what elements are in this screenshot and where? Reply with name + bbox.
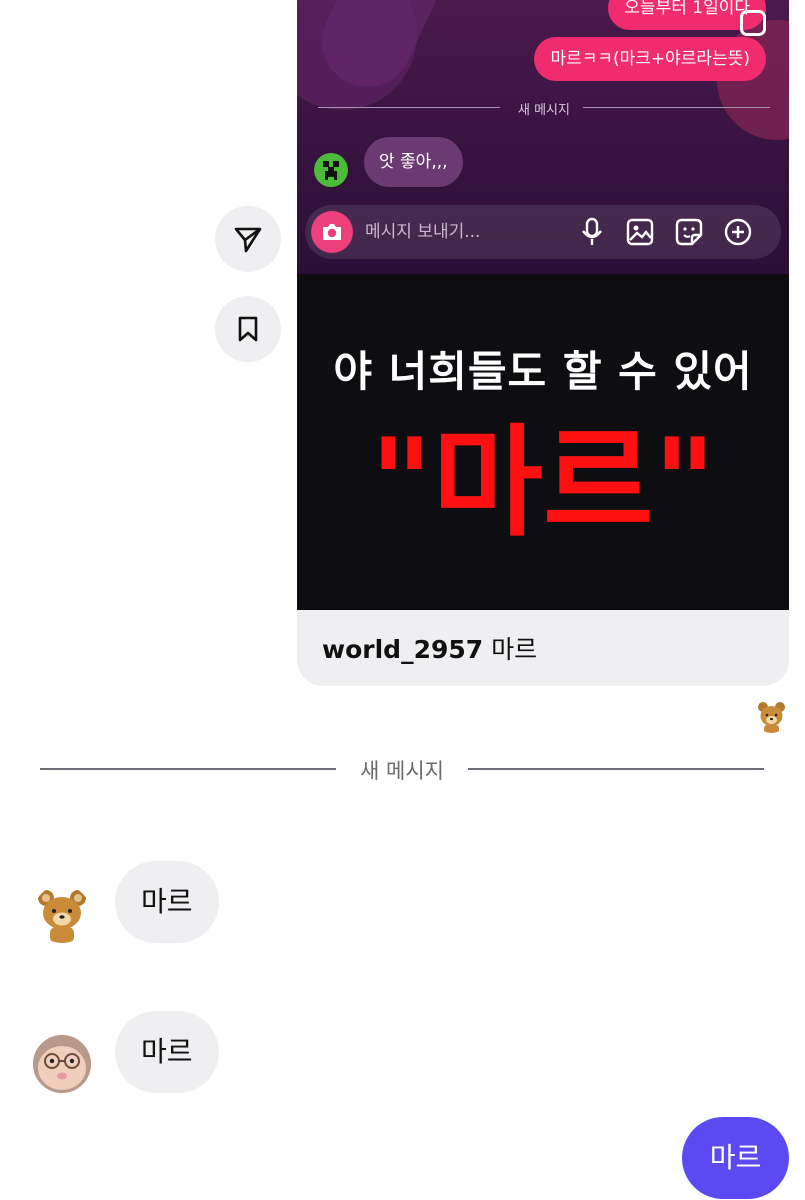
incoming-message-bubble[interactable]: 마르 xyxy=(115,1011,219,1093)
outgoing-message-bubble[interactable]: 마르 xyxy=(682,1117,789,1199)
send-icon xyxy=(234,227,262,253)
thumbnail-headline: 야 너희들도 할 수 있어 xyxy=(333,347,753,396)
save-button[interactable] xyxy=(215,296,281,362)
microphone-icon xyxy=(577,217,607,247)
post-divider-label: 새 메시지 xyxy=(518,103,570,118)
post-username[interactable]: world_2957 xyxy=(322,635,483,664)
new-message-divider: 새 메시지 xyxy=(40,755,764,785)
gallery-icon xyxy=(625,217,655,247)
sender-avatar-bear[interactable] xyxy=(33,885,91,943)
sticker-icon xyxy=(674,217,704,247)
post-caption-text: 마르 xyxy=(491,635,538,664)
bookmark-icon xyxy=(238,316,258,342)
post-composer-placeholder: 메시지 보내기... xyxy=(365,222,481,242)
copy-icon xyxy=(740,10,766,36)
camera-icon xyxy=(311,211,353,253)
thumbnail-big-text: "마르" xyxy=(370,414,716,553)
post-thumbnail: 야 너희들도 할 수 있어 "마르" xyxy=(297,274,789,610)
post-message-bubble: 마르ㅋㅋ(마크+야르라는뜻) xyxy=(534,37,766,81)
incoming-message-bubble[interactable]: 마르 xyxy=(115,861,219,943)
post-reply-bubble: 앗 좋아,,, xyxy=(364,137,463,187)
post-caption: world_2957 마르 xyxy=(322,630,537,666)
shared-post-card[interactable]: 오늘부터 1일이다 마르ㅋㅋ(마크+야르라는뜻) 새 메시지 앗 좋아,,, 메… xyxy=(297,0,789,686)
sender-avatar-hamster[interactable] xyxy=(33,1035,91,1093)
post-new-message-divider: 새 메시지 xyxy=(318,100,770,118)
new-message-label: 새 메시지 xyxy=(360,759,444,783)
share-button[interactable] xyxy=(215,206,281,272)
read-receipt-avatar xyxy=(754,698,789,733)
add-icon xyxy=(723,217,753,247)
post-screenshot: 오늘부터 1일이다 마르ㅋㅋ(마크+야르라는뜻) 새 메시지 앗 좋아,,, 메… xyxy=(297,0,789,274)
post-composer: 메시지 보내기... xyxy=(305,205,781,259)
creeper-avatar xyxy=(314,153,348,187)
